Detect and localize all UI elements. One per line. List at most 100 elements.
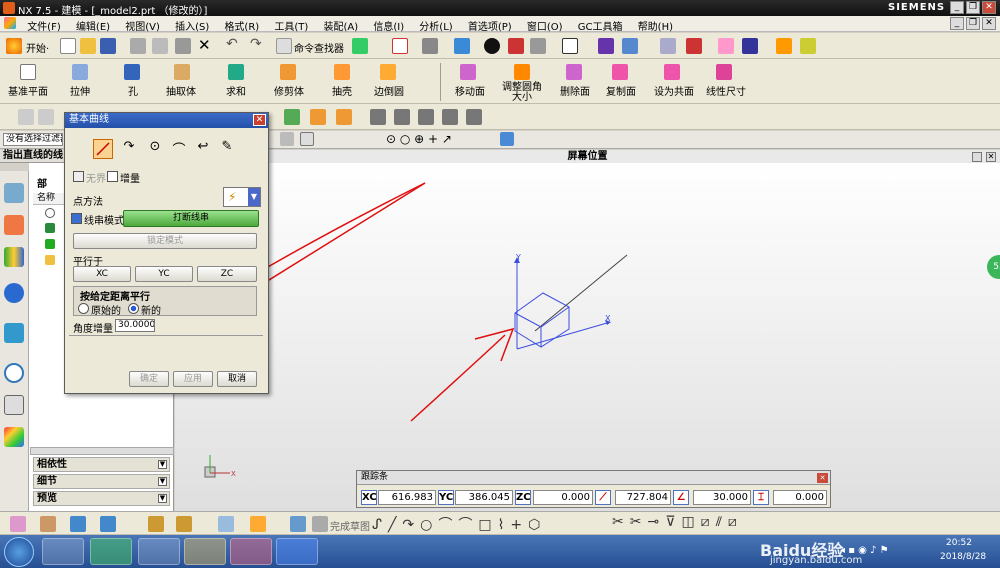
- palette-icon[interactable]: [4, 427, 24, 447]
- snap-icon[interactable]: [280, 132, 294, 146]
- incremental-checkbox[interactable]: [107, 171, 118, 182]
- close-button[interactable]: ✕: [982, 1, 996, 14]
- start-button[interactable]: 开始·: [26, 40, 49, 55]
- body-icon[interactable]: [218, 516, 234, 532]
- project-curve-icon[interactable]: [418, 109, 434, 125]
- analysis-icon[interactable]: [718, 38, 734, 54]
- cube-view-icon[interactable]: [454, 38, 470, 54]
- xc-value-input[interactable]: 616.983: [378, 490, 436, 505]
- copy-icon[interactable]: [152, 38, 168, 54]
- paste-icon[interactable]: [175, 38, 191, 54]
- angle-increment-input[interactable]: 30.00000: [115, 319, 155, 332]
- taskbar-baidu-app[interactable]: [276, 538, 318, 565]
- sketch-icon[interactable]: [290, 516, 306, 532]
- text-icon[interactable]: [336, 109, 352, 125]
- zc-button[interactable]: ZC: [197, 266, 257, 282]
- play-icon[interactable]: [742, 38, 758, 54]
- doc-restore-button[interactable]: ❐: [966, 17, 980, 30]
- color-icon[interactable]: [250, 516, 266, 532]
- tray-icons[interactable]: ◂ ▪ ◉ ♪ ⚑: [840, 545, 920, 557]
- apply-button[interactable]: 应用: [173, 371, 213, 387]
- chevron-down-icon[interactable]: ▼: [158, 460, 167, 469]
- trim-body-button[interactable]: 修剪体: [274, 83, 304, 98]
- datum-csys-icon[interactable]: [100, 516, 116, 532]
- angle-value-input[interactable]: 30.000: [693, 490, 751, 505]
- minimize-button[interactable]: _: [950, 1, 964, 14]
- yc-button[interactable]: YC: [135, 266, 193, 282]
- linear-dimension-button[interactable]: 线性尺寸: [706, 83, 746, 98]
- taskbar-app-2[interactable]: [90, 538, 132, 565]
- yc-value-input[interactable]: 386.045: [455, 490, 513, 505]
- offset-curve-icon[interactable]: [370, 109, 386, 125]
- menu-window[interactable]: 窗口(O): [521, 16, 569, 33]
- render-style-icon[interactable]: [484, 38, 500, 54]
- intersect-curve-icon[interactable]: [442, 109, 458, 125]
- navigator-scrollbar[interactable]: [30, 447, 174, 455]
- menu-help[interactable]: 帮助(H): [632, 16, 679, 33]
- ruler-icon[interactable]: [776, 38, 792, 54]
- command-finder-button[interactable]: 命令查找器: [294, 40, 344, 55]
- zoom-icon[interactable]: [422, 38, 438, 54]
- line-type-button[interactable]: [93, 139, 113, 159]
- wcs-icon[interactable]: [660, 38, 676, 54]
- view-restore-icon[interactable]: [972, 152, 982, 162]
- reuse-library-icon[interactable]: [4, 283, 24, 303]
- graphics-window[interactable]: Y X X 55: [175, 163, 1000, 511]
- menu-analysis[interactable]: 分析(L): [413, 16, 458, 33]
- move-object-icon[interactable]: [622, 38, 638, 54]
- view-close-icon[interactable]: ✕: [986, 152, 996, 162]
- unite-button[interactable]: 求和: [226, 83, 246, 98]
- menu-format[interactable]: 格式(R): [218, 16, 265, 33]
- taskbar-nx-app[interactable]: [230, 538, 272, 565]
- redo-icon[interactable]: ↷: [250, 36, 262, 52]
- sketch-icon[interactable]: [18, 109, 34, 125]
- xc-button[interactable]: XC: [73, 266, 131, 282]
- snap-point-icon[interactable]: [40, 516, 56, 532]
- constraint-navigator-icon[interactable]: [4, 215, 24, 235]
- menu-insert[interactable]: 插入(S): [169, 16, 215, 33]
- menu-edit[interactable]: 编辑(E): [70, 16, 116, 33]
- shell-button[interactable]: 抽壳: [332, 83, 352, 98]
- start-orb-icon[interactable]: [4, 537, 34, 567]
- web-browser-icon[interactable]: [4, 323, 24, 343]
- section-curve-icon[interactable]: [466, 109, 482, 125]
- sketch-tools-icon[interactable]: [10, 516, 26, 532]
- ok-button[interactable]: 确定: [129, 371, 169, 387]
- copy-face-button[interactable]: 复制面: [606, 83, 636, 98]
- menu-tools[interactable]: 工具(T): [268, 16, 314, 33]
- finish-sketch-label[interactable]: 完成草图: [330, 518, 370, 533]
- menu-view[interactable]: 视图(V): [119, 16, 166, 33]
- restore-button[interactable]: ❐: [966, 1, 980, 14]
- save-icon[interactable]: [100, 38, 116, 54]
- taskbar-app-1[interactable]: [42, 538, 84, 565]
- shaded-icon[interactable]: [508, 38, 524, 54]
- resize-blend-button[interactable]: 调整圆角大小: [500, 83, 544, 103]
- make-coplanar-button[interactable]: 设为共面: [654, 83, 694, 98]
- direct-sketch-icon[interactable]: [148, 516, 164, 532]
- taskbar-app-4[interactable]: [184, 538, 226, 565]
- offset-value-input[interactable]: 0.000: [773, 490, 827, 505]
- string-mode-checkbox[interactable]: [71, 213, 82, 224]
- open-folder-icon[interactable]: [80, 38, 96, 54]
- point-snap-icon[interactable]: ⊙ ○ ⊕ + ↗: [386, 132, 452, 146]
- cancel-button[interactable]: 取消: [217, 371, 257, 387]
- sketch-2-icon[interactable]: [38, 109, 54, 125]
- menu-file[interactable]: 文件(F): [21, 16, 67, 33]
- chevron-down-icon[interactable]: ▼: [158, 494, 167, 503]
- edge-blend-button[interactable]: 边倒圆: [374, 83, 404, 98]
- dependencies-panel[interactable]: 相依性 ▼: [33, 457, 170, 472]
- taskbar-app-3[interactable]: [138, 538, 180, 565]
- menu-preferences[interactable]: 首选项(P): [462, 16, 518, 33]
- point-method-dropdown[interactable]: ▼ ⚡: [223, 187, 261, 207]
- fillet-type-button[interactable]: ⌒: [169, 139, 189, 159]
- length-value-input[interactable]: 727.804: [615, 490, 671, 505]
- part-navigator-icon[interactable]: [4, 247, 24, 267]
- selection-filter-dropdown[interactable]: 没有选择过滤器: [3, 133, 63, 146]
- cube-snap-icon[interactable]: [500, 132, 514, 146]
- select-icon[interactable]: [352, 38, 368, 54]
- chevron-down-icon[interactable]: ▼: [158, 477, 167, 486]
- sketch-curve-icons[interactable]: ᔑ╱↷○⌒⌒□⌇+⬡: [372, 514, 546, 534]
- hole-button[interactable]: 孔: [128, 83, 138, 98]
- doc-minimize-button[interactable]: _: [950, 17, 964, 30]
- history-icon[interactable]: [4, 363, 24, 383]
